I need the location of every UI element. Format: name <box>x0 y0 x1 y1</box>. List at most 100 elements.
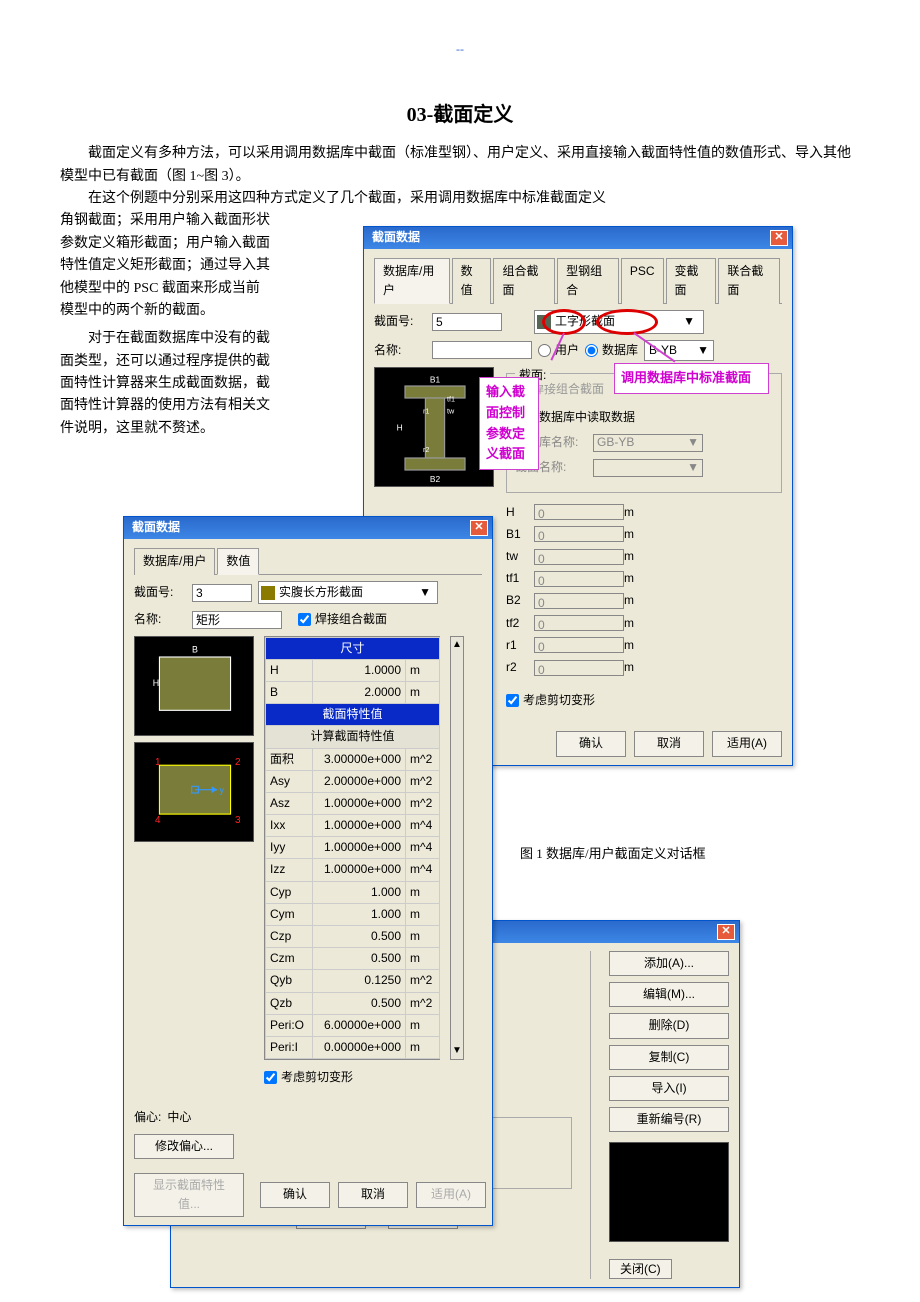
preview-bottom: 1 2 3 4 y <box>134 742 254 842</box>
table-row: Peri:O6.00000e+000m <box>266 1014 440 1036</box>
table-row: Qzb0.500m^2 <box>266 992 440 1014</box>
body-para-3: 对于在截面数据库中没有的截面类型，还可以通过程序提供的截面特性计算器来生成截面数… <box>60 328 270 440</box>
param-input: 0 <box>534 593 624 609</box>
shear-checkbox[interactable]: 考虑剪切变形 <box>506 691 595 710</box>
table-row: Izz1.00000e+000m^4 <box>266 859 440 881</box>
tab-value[interactable]: 数值 <box>452 258 492 304</box>
name-label: 名称: <box>134 610 186 629</box>
param-input: 0 <box>534 637 624 653</box>
section-no-label: 截面号: <box>374 312 426 331</box>
dialog2-title: 截面数据 <box>132 518 180 537</box>
tab-db-user[interactable]: 数据库/用户 <box>374 258 450 304</box>
svg-text:H: H <box>153 677 159 687</box>
caption-1: 图 1 数据库/用户截面定义对话框 <box>520 844 706 865</box>
section-shape-select[interactable]: 工字形截面 ▼ <box>534 310 704 333</box>
table-row: Peri:I0.00000e+000m <box>266 1036 440 1058</box>
ok-button[interactable]: 确认 <box>556 731 626 756</box>
table-row: Asz1.00000e+000m^2 <box>266 792 440 814</box>
delete-button[interactable]: 删除(D) <box>609 1013 729 1038</box>
scrollbar[interactable]: ▲ ▼ <box>450 636 464 1061</box>
shear-checkbox[interactable]: 考虑剪切变形 <box>264 1068 353 1087</box>
section-preview: B1 B2 H tw tf1 r1 r2 <box>374 367 494 487</box>
tab-tapered[interactable]: 变截面 <box>666 258 717 304</box>
tab-psc[interactable]: PSC <box>621 258 664 304</box>
section-properties-table: 尺寸 H1.0000m B2.0000m 截面特性值 计算截面特性值 面积3.0… <box>265 637 440 1060</box>
props-sub[interactable]: 计算截面特性值 <box>266 726 440 748</box>
param-input: 0 <box>534 660 624 676</box>
param-input: 0 <box>534 549 624 565</box>
tab-composite[interactable]: 组合截面 <box>493 258 555 304</box>
section-shape-select[interactable]: 实腹长方形截面 ▼ <box>258 581 438 604</box>
ok-button[interactable]: 确认 <box>260 1182 330 1207</box>
edit-button[interactable]: 编辑(M)... <box>609 982 729 1007</box>
preview-top: B H <box>134 636 254 736</box>
show-properties-button: 显示截面特性值... <box>134 1173 244 1217</box>
annotation-database: 调用数据库中标准截面 <box>614 363 769 394</box>
param-grid: H0m B10m tw0m tf10m B20m tf20m r10m r20m <box>506 503 782 678</box>
side-preview <box>609 1142 729 1242</box>
import-button[interactable]: 导入(I) <box>609 1076 729 1101</box>
table-row: Iyy1.00000e+000m^4 <box>266 837 440 859</box>
svg-text:2: 2 <box>235 757 241 768</box>
svg-text:4: 4 <box>155 815 161 826</box>
param-label: B2 <box>506 591 534 610</box>
svg-text:H: H <box>397 422 403 432</box>
tab-value[interactable]: 数值 <box>217 548 259 575</box>
db-name-select: GB-YB▼ <box>593 434 703 452</box>
add-button[interactable]: 添加(A)... <box>609 951 729 976</box>
radio-database[interactable]: 数据库 <box>585 341 638 360</box>
close-icon[interactable]: ✕ <box>717 924 735 940</box>
read-db-heading: 从钢数据库中读取数据 <box>515 408 773 427</box>
copy-button[interactable]: 复制(C) <box>609 1045 729 1070</box>
close-icon[interactable]: ✕ <box>470 520 488 536</box>
dialog1-tabs: 数据库/用户 数值 组合截面 型钢组合 PSC 变截面 联合截面 <box>374 257 782 304</box>
tab-steel-comp[interactable]: 型钢组合 <box>557 258 619 304</box>
offset-label: 偏心: <box>134 1108 161 1127</box>
tab-joint[interactable]: 联合截面 <box>718 258 780 304</box>
name-input[interactable] <box>192 611 282 629</box>
table-row: Cyp1.000m <box>266 881 440 903</box>
doc-title: 03-截面定义 <box>60 99 860 131</box>
param-label: B1 <box>506 525 534 544</box>
param-label: H <box>506 503 534 522</box>
edit-offset-button[interactable]: 修改偏心... <box>134 1134 234 1159</box>
tab-db-user[interactable]: 数据库/用户 <box>134 548 215 575</box>
apply-button[interactable]: 适用(A) <box>712 731 782 756</box>
param-label: tw <box>506 547 534 566</box>
param-input: 0 <box>534 615 624 631</box>
svg-text:r2: r2 <box>423 445 429 454</box>
dims-header: 尺寸 <box>266 637 440 659</box>
svg-text:B: B <box>192 644 198 654</box>
page-top-marker: -- <box>60 40 860 59</box>
section-no-input[interactable] <box>432 313 502 331</box>
name-label: 名称: <box>374 341 426 360</box>
table-row: Asy2.00000e+000m^2 <box>266 770 440 792</box>
svg-text:B2: B2 <box>430 474 441 484</box>
section-shape-label: 工字形截面 <box>555 312 615 331</box>
body-para-2a: 在这个例题中分别采用这四种方式定义了几个截面，采用调用数据库中标准截面定义 <box>60 188 860 210</box>
cancel-button[interactable]: 取消 <box>338 1182 408 1207</box>
table-row: Ixx1.00000e+000m^4 <box>266 815 440 837</box>
table-row: Czm0.500m <box>266 948 440 970</box>
table-row: Qyb0.1250m^2 <box>266 970 440 992</box>
body-para-2b: 角钢截面；采用用户输入截面形状参数定义箱形截面；用户输入截面特性值定义矩形截面；… <box>60 210 270 322</box>
secname-select: ▼ <box>593 459 703 477</box>
body-para-1: 截面定义有多种方法，可以采用调用数据库中截面（标准型钢）、用户定义、采用直接输入… <box>60 143 860 188</box>
renumber-button[interactable]: 重新编号(R) <box>609 1107 729 1132</box>
svg-text:y: y <box>219 785 224 795</box>
param-label: tf2 <box>506 614 534 633</box>
chevron-up-icon[interactable]: ▲ <box>452 637 462 653</box>
svg-text:tf1: tf1 <box>447 394 455 403</box>
svg-text:tw: tw <box>447 406 455 415</box>
svg-text:1: 1 <box>155 757 161 768</box>
chevron-down-icon[interactable]: ▼ <box>452 1043 462 1059</box>
close-icon[interactable]: ✕ <box>770 230 788 246</box>
param-input: 0 <box>534 571 624 587</box>
welded-checkbox[interactable]: 焊接组合截面 <box>298 610 387 629</box>
name-input[interactable] <box>432 341 532 359</box>
cancel-button[interactable]: 取消 <box>634 731 704 756</box>
close-button[interactable]: 关闭(C) <box>609 1259 672 1279</box>
section-no-input[interactable] <box>192 584 252 602</box>
db-code-select[interactable]: B-YB▼ <box>644 340 714 361</box>
dialog-section-data-numeric: 截面数据 ✕ 数据库/用户 数值 截面号: 实腹长方形截面 ▼ 名称: 焊接组合… <box>123 516 493 1226</box>
